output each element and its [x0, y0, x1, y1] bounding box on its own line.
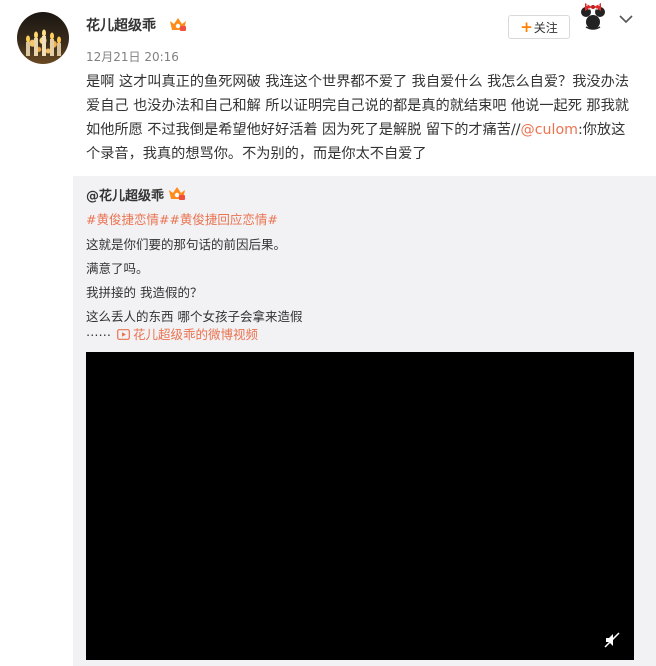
- weibo-post-card: 花儿超级乖 12月21日 20:16 +关注 是啊 这才叫真正的鱼死网破 我连这…: [0, 0, 656, 666]
- mute-icon[interactable]: [603, 631, 621, 649]
- quote-line: 这么丢人的东西 哪个女孩子会拿来造假: [86, 309, 303, 324]
- plus-icon: +: [520, 18, 533, 36]
- video-link-label: 花儿超级乖的微博视频: [133, 327, 259, 342]
- chevron-down-icon[interactable]: [618, 12, 634, 26]
- quote-line: 这就是你们要的那句话的前因后果。: [86, 237, 287, 252]
- video-player[interactable]: [86, 352, 634, 660]
- quote-line: 满意了吗。: [86, 261, 149, 276]
- vip-crown-icon[interactable]: [168, 185, 186, 201]
- follow-button[interactable]: +关注: [508, 15, 570, 39]
- post-timestamp[interactable]: 12月21日 20:16: [86, 48, 179, 65]
- topic-hashtags[interactable]: #黄俊捷恋情##黄俊捷回应恋情#: [86, 209, 278, 228]
- vip-crown-icon[interactable]: [169, 16, 187, 32]
- mention-link[interactable]: @culom: [521, 122, 578, 138]
- video-play-icon: [117, 329, 130, 340]
- post-body: 是啊 这才叫真正的鱼死网破 我连这个世界都不爱了 我自爱什么 我怎么自爱？我没办…: [86, 70, 638, 166]
- avatar[interactable]: [17, 12, 69, 64]
- quote-line: 我拼接的 我造假的？: [86, 285, 203, 300]
- quote-ellipsis: ……: [86, 324, 111, 339]
- follow-label: 关注: [533, 21, 558, 35]
- candles-image: [26, 29, 61, 56]
- post-username[interactable]: 花儿超级乖: [86, 15, 156, 35]
- quote-username[interactable]: @花儿超级乖: [86, 185, 164, 204]
- minnie-bow-icon: [581, 3, 605, 30]
- video-link[interactable]: 花儿超级乖的微博视频: [117, 324, 258, 343]
